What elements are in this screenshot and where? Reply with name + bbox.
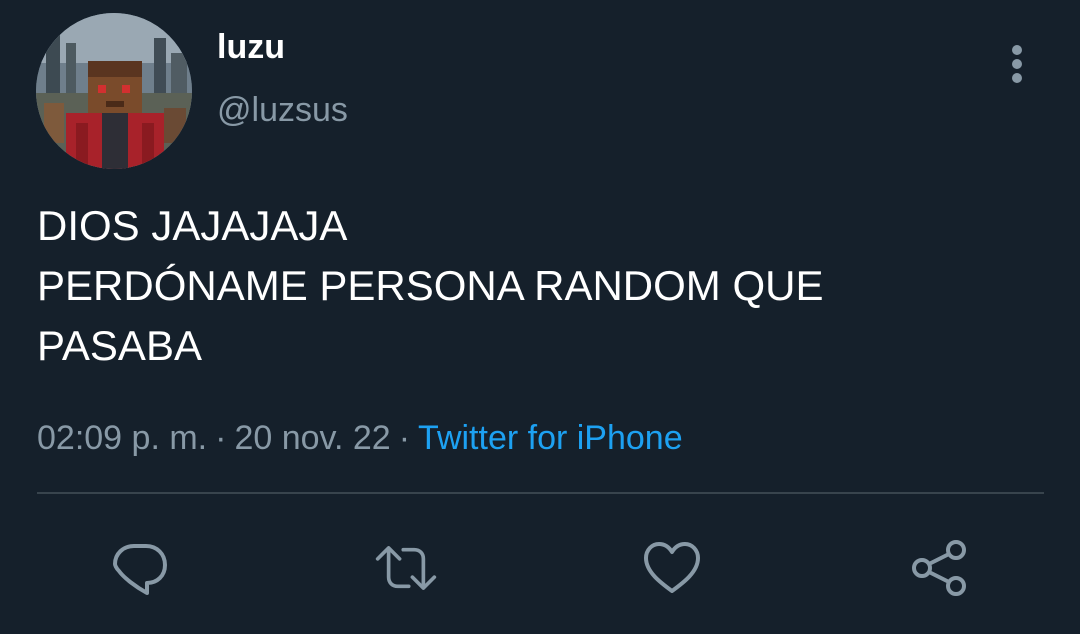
display-name[interactable]: luzu [217, 27, 285, 67]
divider [37, 492, 1044, 494]
more-vertical-icon [1012, 45, 1022, 83]
retweet-button[interactable] [374, 536, 438, 600]
avatar-image [36, 13, 192, 169]
tweet-text: DIOS JAJAJAJA PERDÓNAME PERSONA RANDOM Q… [37, 196, 1047, 376]
user-handle[interactable]: @luzsus [217, 90, 348, 130]
reply-button[interactable] [108, 536, 172, 600]
share-button[interactable] [907, 536, 971, 600]
reply-icon [113, 544, 167, 595]
more-options-button[interactable] [996, 40, 1038, 88]
tweet-source-link[interactable]: Twitter for iPhone [418, 419, 683, 457]
tweet-text-line: PASABA [37, 322, 202, 369]
like-button[interactable] [640, 536, 704, 600]
share-icon [912, 540, 966, 596]
tweet-text-line: DIOS JAJAJAJA [37, 202, 348, 249]
retweet-icon [375, 546, 437, 590]
like-icon [644, 542, 700, 593]
tweet-date[interactable]: 20 nov. 22 [234, 419, 390, 457]
tweet-time[interactable]: 02:09 p. m. [37, 419, 207, 457]
tweet-card: luzu @luzsus DIOS JAJAJAJA PERDÓNAME PER… [0, 0, 1080, 634]
meta-separator: · [398, 419, 411, 457]
tweet-text-line: PERDÓNAME PERSONA RANDOM QUE [37, 262, 824, 309]
avatar[interactable] [36, 13, 192, 169]
tweet-meta: 02:09 p. m. · 20 nov. 22 · Twitter for iPhon… [37, 416, 683, 460]
meta-separator: · [215, 419, 227, 457]
